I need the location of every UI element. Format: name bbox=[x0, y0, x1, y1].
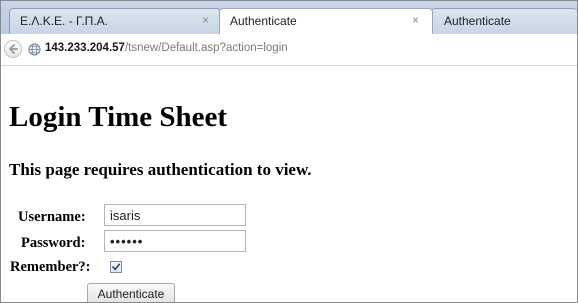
remember-checkbox[interactable] bbox=[110, 261, 122, 273]
tab-authenticate-active[interactable]: Authenticate × bbox=[219, 8, 433, 34]
address-toolbar: 143.233.204.57/tsnew/Default.asp?action=… bbox=[1, 34, 577, 66]
back-button[interactable] bbox=[4, 40, 22, 58]
tab-label: Authenticate bbox=[444, 14, 511, 28]
authenticate-button[interactable]: Authenticate bbox=[87, 283, 175, 302]
tab-close-icon[interactable]: × bbox=[412, 13, 419, 27]
tab-label: Ε.Λ.Κ.Ε. - Γ.Π.Α. bbox=[20, 14, 108, 28]
remember-label: Remember?: bbox=[10, 259, 91, 275]
globe-icon bbox=[28, 43, 41, 56]
tab-elke[interactable]: Ε.Λ.Κ.Ε. - Γ.Π.Α. × bbox=[9, 8, 221, 34]
address-bar[interactable]: 143.233.204.57/tsnew/Default.asp?action=… bbox=[45, 42, 288, 54]
password-label: Password: bbox=[21, 235, 86, 251]
tab-authenticate[interactable]: Authenticate bbox=[431, 8, 577, 34]
auth-notice: This page requires authentication to vie… bbox=[9, 160, 312, 179]
page-title: Login Time Sheet bbox=[9, 101, 228, 133]
password-input[interactable] bbox=[104, 230, 246, 252]
tab-close-icon[interactable]: × bbox=[202, 13, 209, 27]
username-label: Username: bbox=[18, 209, 86, 225]
username-input[interactable] bbox=[104, 204, 246, 226]
back-arrow-icon bbox=[9, 44, 18, 54]
tab-strip: Ε.Λ.Κ.Ε. - Γ.Π.Α. × Authenticate × Authe… bbox=[1, 1, 577, 34]
page-content: Login Time Sheet This page requires auth… bbox=[1, 67, 577, 302]
url-host: 143.233.204.57 bbox=[45, 42, 125, 54]
url-path: /tsnew/Default.asp?action=login bbox=[124, 42, 288, 54]
browser-window: Ε.Λ.Κ.Ε. - Γ.Π.Α. × Authenticate × Authe… bbox=[0, 0, 578, 303]
tab-label: Authenticate bbox=[230, 14, 297, 28]
checkmark-icon bbox=[112, 263, 121, 271]
